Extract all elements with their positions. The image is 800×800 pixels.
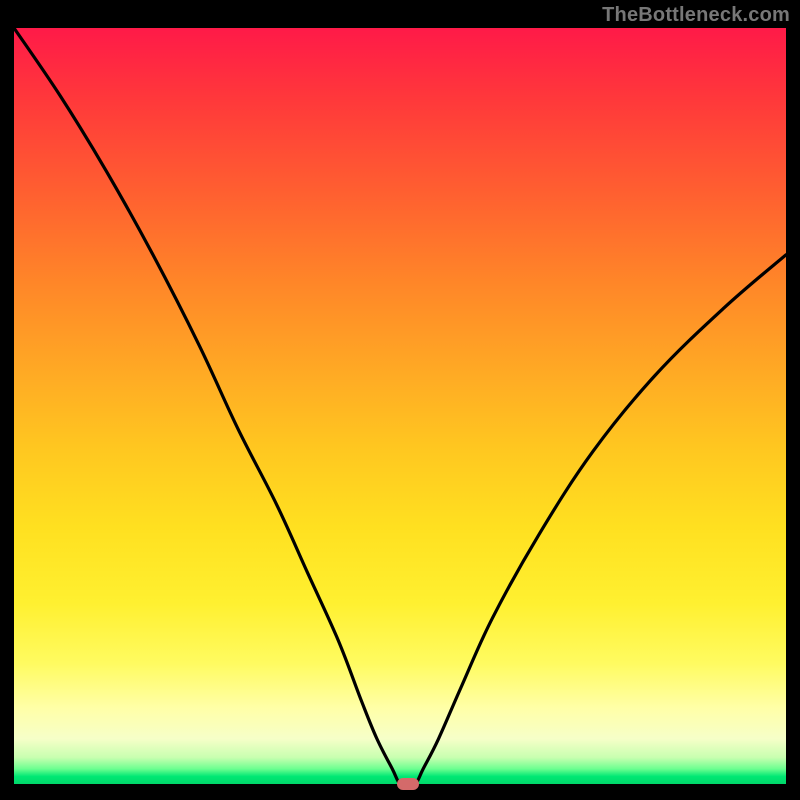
watermark-text: TheBottleneck.com bbox=[602, 4, 790, 27]
optimal-marker bbox=[397, 778, 419, 790]
chart-frame: TheBottleneck.com bbox=[0, 0, 800, 800]
bottleneck-curve bbox=[14, 28, 786, 784]
plot-area bbox=[14, 28, 786, 784]
curve-path bbox=[14, 28, 786, 785]
